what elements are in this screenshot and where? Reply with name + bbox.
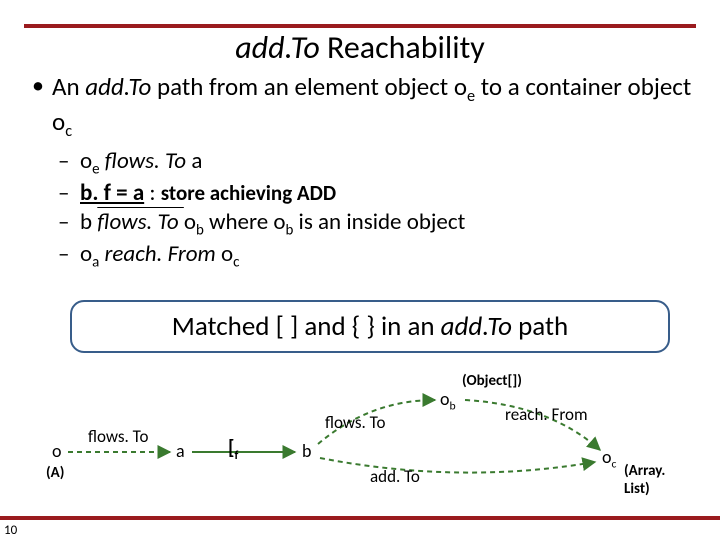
- sb4-ital: reach. From: [99, 240, 221, 268]
- sb3-sub: b: [196, 222, 204, 240]
- node-ob-text: o: [440, 388, 450, 410]
- main-bullet-pre: An: [52, 71, 85, 102]
- sb1-sub: e: [92, 161, 99, 179]
- sub-bullet-3: b flows. To ob where ob is an inside obj…: [28, 208, 692, 240]
- sb3-pre: b: [80, 208, 97, 236]
- node-A: (A): [46, 464, 64, 482]
- sb3-mid2: where o: [204, 208, 286, 236]
- label-arraylist: (Array. List): [624, 462, 680, 498]
- main-bullet-sub1: e: [467, 87, 475, 106]
- sb1-ital: flows. To: [100, 147, 192, 175]
- slide-body: An add.To path from an element object oe…: [28, 72, 692, 273]
- sb4-mid: o: [221, 240, 233, 268]
- label-flowsto-left: flows. To: [88, 426, 148, 447]
- diagram: o (A) flows. To a [f b flows. To ob (Obj…: [40, 370, 680, 500]
- slide-bottom-rule: [0, 516, 720, 520]
- sb4-pre: o: [80, 240, 92, 268]
- flowsto-top-text: flows. To: [325, 412, 385, 433]
- bracket-f: [f: [228, 436, 238, 463]
- node-o: o: [52, 440, 62, 462]
- node-ob: ob: [440, 388, 456, 414]
- node-b: b: [302, 440, 311, 462]
- node-oc-text: o: [602, 446, 612, 468]
- sub-bullet-1: oe flows. To a: [28, 147, 692, 179]
- sb2-boldul: b. f = a: [80, 179, 144, 207]
- title-rest: Reachability: [320, 28, 485, 67]
- main-bullet-mid: path from an element object o: [151, 71, 467, 102]
- sb3-post: is an inside object: [293, 208, 465, 236]
- boxed-ital: add.To: [441, 310, 512, 343]
- sb3-ital: flows. To: [97, 208, 184, 236]
- sub-bullet-2: b. f = a : store achieving ADD: [28, 179, 692, 208]
- node-a-text: a: [176, 440, 185, 462]
- main-bullet-ital: add.To: [85, 71, 151, 102]
- label-object-array: (Object[]): [462, 372, 522, 390]
- node-A-text: (A): [46, 464, 64, 482]
- node-a: a: [176, 440, 185, 462]
- label-addto: add. To: [370, 466, 420, 487]
- title-ital: add.To: [235, 28, 320, 67]
- sb4-sub2: c: [233, 254, 239, 272]
- sb3-mid: o: [184, 208, 196, 236]
- f-sub-text: f: [235, 449, 239, 463]
- boxed-callout: Matched [ ] and { } in an add.To path: [70, 300, 670, 353]
- node-b-text: b: [302, 440, 311, 462]
- main-bullet: An add.To path from an element object oe…: [28, 72, 692, 141]
- boxed-pre: Matched [ ] and { } in an: [172, 310, 441, 343]
- node-ob-sub: b: [450, 400, 456, 414]
- label-flowsto-top: flows. To: [325, 412, 385, 433]
- node-oc: oc: [602, 446, 616, 472]
- boxed-post: path: [512, 310, 568, 343]
- sub-bullet-4: oa reach. From oc: [28, 240, 692, 272]
- flowsto-left-text: flows. To: [88, 426, 148, 447]
- sb1-post: a: [191, 147, 202, 175]
- main-bullet-sub2: c: [65, 122, 72, 141]
- page-number: 10: [4, 523, 17, 538]
- addto-text: add. To: [370, 466, 420, 487]
- sb2-boldrest: store achieving ADD: [161, 180, 336, 206]
- sb2-rest: :: [144, 179, 161, 207]
- node-oc-sub: c: [612, 458, 617, 472]
- obj-arr-text: (Object[]): [462, 372, 522, 390]
- label-reachfrom: reach. From: [505, 404, 588, 425]
- node-o-text: o: [52, 440, 62, 462]
- reachfrom-text: reach. From: [505, 404, 588, 425]
- arraylist-text: (Array. List): [624, 462, 665, 498]
- sb1-pre: o: [80, 147, 92, 175]
- slide-title: add.To Reachability: [0, 28, 720, 67]
